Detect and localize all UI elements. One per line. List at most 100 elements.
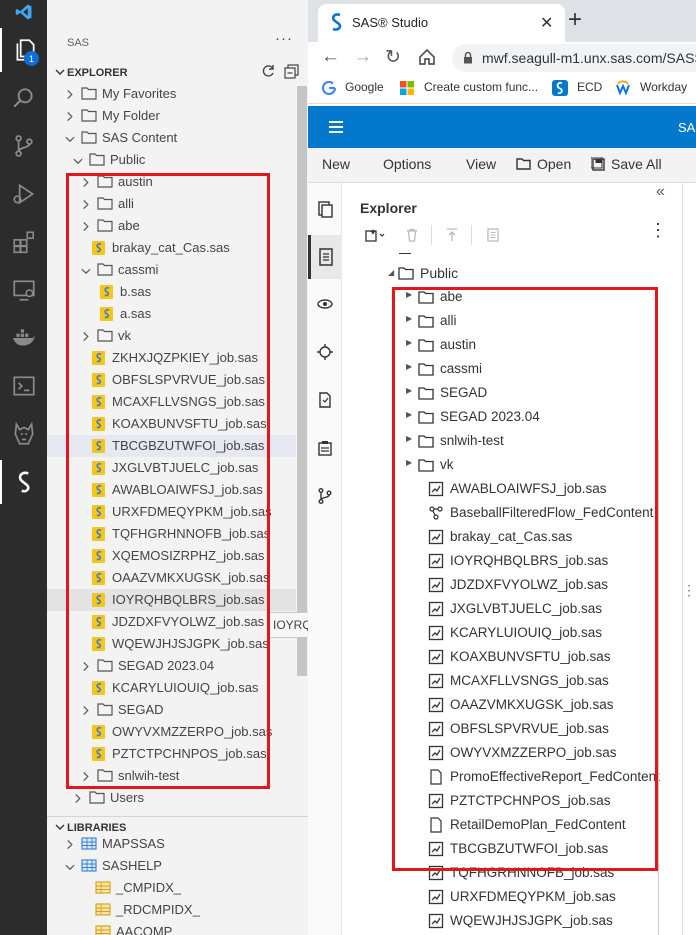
ecd-logo-icon <box>552 80 568 101</box>
bookmark-workday[interactable]: Workday <box>640 80 687 94</box>
new-item-icon[interactable] <box>365 228 385 242</box>
tree-folder-item[interactable]: SAS Content <box>47 127 296 149</box>
library-icon <box>81 858 97 873</box>
tree-library-item[interactable]: AACOMP <box>47 921 296 935</box>
job-file-icon <box>428 889 444 905</box>
menu-new[interactable]: New <box>322 156 350 172</box>
tree-item-label: MAPSSAS <box>102 836 165 851</box>
tree-item-label: Public <box>110 152 146 167</box>
forward-icon[interactable]: → <box>353 46 372 68</box>
libraries-nav-icon[interactable] <box>316 295 334 313</box>
toolbar-separator <box>431 225 432 245</box>
sas-tree-item-label: URXFDMEQYPKM_job.sas <box>450 889 616 904</box>
annotation-box-left <box>66 173 270 789</box>
upload-icon[interactable] <box>445 228 459 242</box>
reload-icon[interactable]: ↻ <box>385 46 401 69</box>
tree-library-item[interactable]: MAPSSAS <box>47 833 296 855</box>
explorer-header-label: EXPLORER <box>67 67 128 79</box>
annotation-box-right <box>392 287 658 871</box>
chevron-down-icon[interactable] <box>65 860 75 872</box>
more-options-icon[interactable]: ⋮ <box>649 221 667 239</box>
remote-explorer-icon[interactable] <box>0 268 47 312</box>
tree-folder-item[interactable]: My Favorites <box>47 83 296 105</box>
tree-folder-item[interactable]: Users <box>47 787 296 809</box>
sas-studio-header: SAS <box>308 106 696 148</box>
home-icon[interactable] <box>417 47 437 72</box>
collapse-panel-icon[interactable]: « <box>656 183 665 201</box>
chevron-down-icon[interactable] <box>73 154 83 166</box>
chevron-right-icon[interactable] <box>65 110 75 122</box>
bookmark-create-custom-func[interactable]: Create custom func... <box>424 80 538 94</box>
more-actions-icon[interactable]: ··· <box>275 30 293 47</box>
git-nav-icon[interactable] <box>316 487 334 505</box>
folder-icon <box>89 152 105 167</box>
wolf-extension-icon[interactable] <box>0 412 47 456</box>
table-icon <box>95 902 111 917</box>
tree-library-item[interactable]: _CMPIDX_ <box>47 877 296 899</box>
job-file-icon <box>428 913 444 929</box>
terminal-icon[interactable] <box>0 364 47 408</box>
back-icon[interactable]: ← <box>321 46 340 68</box>
snippets-icon[interactable] <box>316 200 334 218</box>
sidebar-scrollbar[interactable] <box>297 86 307 676</box>
folder-icon <box>81 130 97 145</box>
explorer-files-icon[interactable] <box>0 28 47 72</box>
browser-tab[interactable]: SAS® Studio ✕ <box>318 4 565 42</box>
tasks-nav-icon[interactable] <box>316 391 334 409</box>
refresh-icon[interactable] <box>260 63 276 84</box>
splitter-handle-icon[interactable]: ⋮ <box>682 582 696 599</box>
explorer-nav-active[interactable] <box>308 235 342 279</box>
chevron-right-icon[interactable] <box>65 838 75 850</box>
sas-extension-icon[interactable] <box>0 460 47 504</box>
expanded-triangle-icon: ◢ <box>388 268 395 277</box>
menu-view[interactable]: View <box>466 156 496 172</box>
tree-library-item[interactable]: SASHELP <box>47 855 296 877</box>
nav-bar: ← → ↻ mwf.seagull-m1.unx.sas.com/SASStud… <box>308 42 696 74</box>
new-tab-icon[interactable]: + <box>568 6 582 34</box>
clipboard-nav-icon[interactable] <box>316 439 334 457</box>
url-text: mwf.seagull-m1.unx.sas.com/SASStudio <box>482 50 696 66</box>
tree-library-item[interactable]: _RDCMPIDX_ <box>47 899 296 921</box>
search-icon[interactable] <box>0 76 47 120</box>
hamburger-menu-icon[interactable] <box>329 120 343 138</box>
extensions-icon[interactable] <box>0 220 47 264</box>
menu-open[interactable]: Open <box>537 156 571 172</box>
explorer-nav-icon <box>319 248 333 266</box>
bookmark-ecd[interactable]: ECD <box>577 80 602 94</box>
delete-icon[interactable] <box>405 228 419 242</box>
folder-icon <box>89 790 105 805</box>
tree-folder-item[interactable]: My Folder <box>47 105 296 127</box>
folder-icon <box>81 86 97 101</box>
chevron-right-icon[interactable] <box>73 792 83 804</box>
explorer-badge: 1 <box>24 51 39 66</box>
tree-item-label: AACOMP <box>116 924 173 935</box>
tree-item-label: SASHELP <box>102 858 162 873</box>
bookmark-google[interactable]: Google <box>345 80 384 94</box>
lock-icon <box>463 51 473 69</box>
sas-favicon-icon <box>329 13 345 36</box>
properties-icon[interactable] <box>486 228 500 242</box>
source-control-icon[interactable] <box>0 124 47 168</box>
tab-title: SAS® Studio <box>352 15 429 30</box>
menu-options[interactable]: Options <box>383 156 431 172</box>
library-icon <box>81 836 97 851</box>
tree-item-label: SAS Content <box>102 130 178 145</box>
google-logo-icon <box>321 80 337 100</box>
chevron-right-icon[interactable] <box>65 88 75 100</box>
microsoft-logo-icon <box>400 81 414 100</box>
menu-save-all[interactable]: Save All <box>611 156 662 172</box>
sidebar-title: SAS <box>67 37 90 49</box>
address-bar[interactable]: mwf.seagull-m1.unx.sas.com/SASStudio <box>452 44 696 72</box>
folder-icon <box>398 267 414 280</box>
tree-folder-item[interactable]: Public <box>47 149 296 171</box>
tree-item-label: My Favorites <box>102 86 177 101</box>
folder-icon <box>81 108 97 123</box>
tab-close-icon[interactable]: ✕ <box>540 13 553 33</box>
run-debug-icon[interactable] <box>0 172 47 216</box>
steps-nav-icon[interactable] <box>316 343 334 361</box>
collapse-all-icon[interactable] <box>284 64 299 84</box>
sas-tree-item-label: WQEWJHJSJGPK_job.sas <box>450 913 613 928</box>
docker-icon[interactable] <box>0 316 47 360</box>
chevron-down-icon[interactable] <box>65 132 75 144</box>
save-all-icon <box>590 156 606 176</box>
